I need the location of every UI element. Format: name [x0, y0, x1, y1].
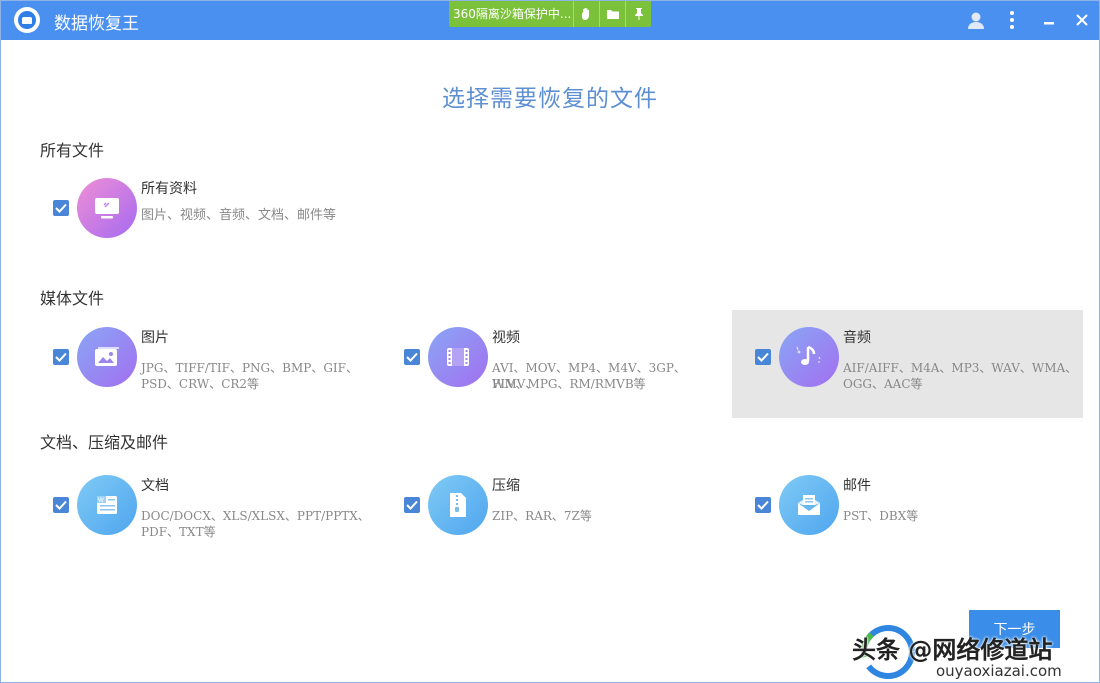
item-desc-mail: PST、DBX等 — [843, 509, 919, 523]
section-title-all: 所有文件 — [40, 141, 105, 160]
film-icon — [428, 327, 488, 387]
checkbox-documents[interactable] — [53, 497, 69, 513]
item-all-files[interactable]: 所有资料 图片、视频、音频、文档、邮件等 — [40, 170, 380, 270]
item-pictures[interactable]: 图片 JPG、TIFF/TIF、PNG、BMP、GIF、 PSD、CRW、CR2… — [40, 318, 380, 418]
app-title: 数据恢复王 — [54, 14, 139, 34]
item-audio[interactable]: 音频 AIF/AIFF、M4A、MP3、WAV、WMA、 OGG、AAC等 — [732, 310, 1083, 418]
item-video[interactable]: 视频 AVI、MOV、MP4、M4V、3GP、WMV、 FLV、MPG、RM/R… — [390, 318, 730, 418]
item-desc-video-2: FLV、MPG、RM/RMVB等 — [492, 377, 646, 391]
app-logo-icon — [14, 7, 40, 33]
checkbox-pictures[interactable] — [53, 349, 69, 365]
hand-icon[interactable] — [573, 0, 599, 27]
item-desc-audio-1: AIF/AIFF、M4A、MP3、WAV、WMA、 — [843, 361, 1078, 375]
picture-icon — [77, 327, 137, 387]
checkbox-video[interactable] — [404, 349, 420, 365]
item-name-mail: 邮件 — [843, 478, 871, 494]
title-bar: 数据恢复王 360隔离沙箱保护中... — [0, 0, 1100, 40]
close-icon[interactable] — [1070, 8, 1094, 32]
minimize-icon[interactable] — [1037, 8, 1061, 32]
mail-icon — [779, 475, 839, 535]
checkbox-all-files[interactable] — [53, 200, 69, 216]
item-desc-pictures-1: JPG、TIFF/TIF、PNG、BMP、GIF、 — [141, 361, 358, 375]
more-menu-icon[interactable] — [1000, 8, 1024, 32]
item-archive[interactable]: 压缩 ZIP、RAR、7Z等 — [390, 466, 730, 566]
svg-text:W: W — [98, 497, 104, 504]
section-title-docs: 文档、压缩及邮件 — [40, 433, 169, 452]
page-title: 选择需要恢复的文件 — [442, 86, 658, 112]
item-mail[interactable]: 邮件 PST、DBX等 — [741, 466, 1081, 566]
item-desc-documents-1: DOC/DOCX、XLS/XLSX、PPT/PPTX、 — [141, 509, 370, 523]
item-desc-archive: ZIP、RAR、7Z等 — [492, 509, 592, 523]
item-name-video: 视频 — [492, 330, 520, 346]
item-name-documents: 文档 — [141, 478, 169, 494]
sandbox-text: 360隔离沙箱保护中... — [453, 7, 572, 21]
item-desc-documents-2: PDF、TXT等 — [141, 525, 216, 539]
watermark-url: ouyaoxiazai.com — [933, 662, 1065, 680]
document-icon: W — [77, 475, 137, 535]
monitor-icon — [77, 178, 137, 238]
item-name-archive: 压缩 — [492, 478, 520, 494]
section-title-media: 媒体文件 — [40, 289, 105, 308]
music-note-icon — [779, 327, 839, 387]
zip-icon — [428, 475, 488, 535]
checkbox-mail[interactable] — [755, 497, 771, 513]
checkbox-archive[interactable] — [404, 497, 420, 513]
item-documents[interactable]: W 文档 DOC/DOCX、XLS/XLSX、PPT/PPTX、 PDF、TXT… — [40, 466, 380, 566]
item-name-audio: 音频 — [843, 330, 871, 346]
item-name-all: 所有资料 — [141, 181, 197, 197]
watermark-text: 头条 @网络修道站 — [852, 636, 1053, 664]
user-icon[interactable] — [964, 8, 988, 32]
item-desc-all: 图片、视频、音频、文档、邮件等 — [141, 208, 337, 223]
sandbox-banner[interactable]: 360隔离沙箱保护中... — [449, 0, 651, 27]
checkbox-audio[interactable] — [755, 349, 771, 365]
folder-icon[interactable] — [599, 0, 625, 27]
item-desc-pictures-2: PSD、CRW、CR2等 — [141, 377, 260, 391]
pin-icon[interactable] — [625, 0, 651, 27]
item-name-pictures: 图片 — [141, 330, 169, 346]
item-desc-audio-2: OGG、AAC等 — [843, 377, 923, 391]
